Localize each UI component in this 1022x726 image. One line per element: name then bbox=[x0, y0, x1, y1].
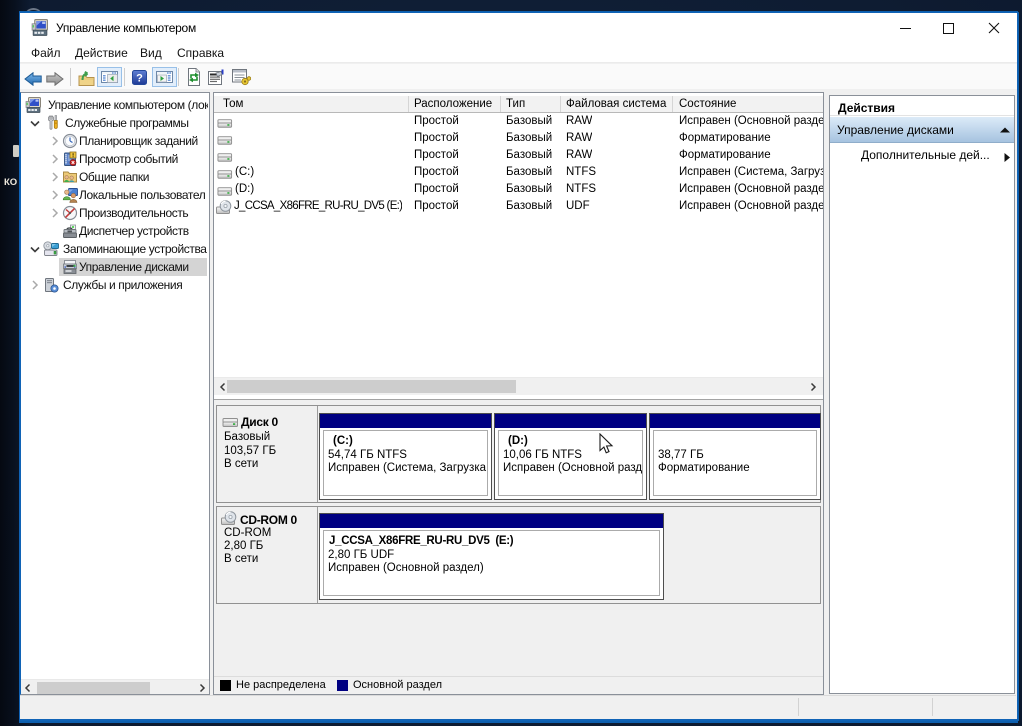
svg-text:?: ? bbox=[136, 73, 143, 85]
